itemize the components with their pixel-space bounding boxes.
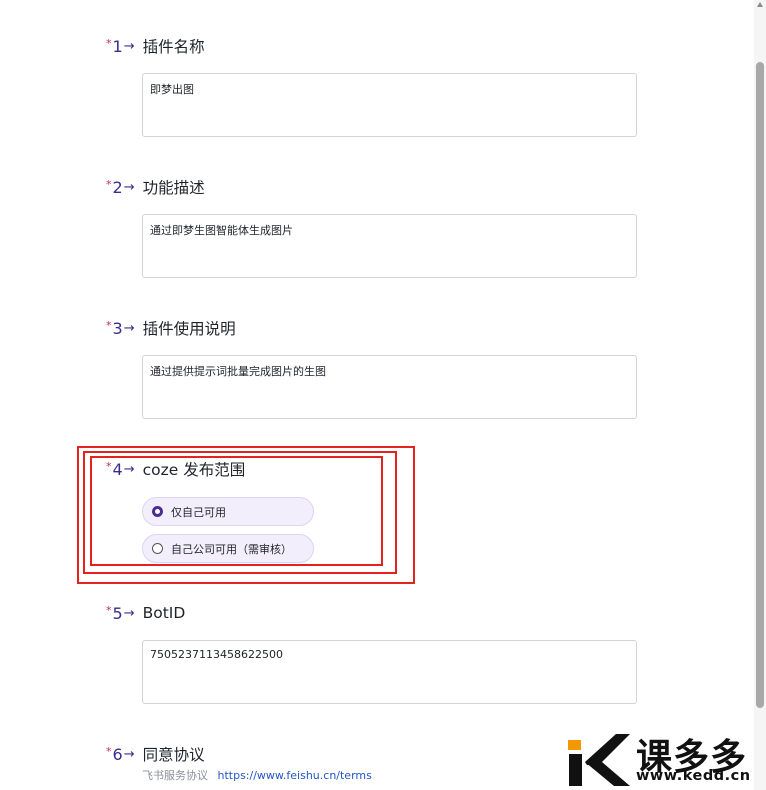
arrow-icon: →: [123, 746, 135, 762]
question-title: 插件名称: [142, 38, 205, 56]
scrollbar[interactable]: [754, 0, 766, 790]
botid-input[interactable]: 7505237113458622500: [142, 640, 637, 704]
question-title: coze 发布范围: [142, 461, 246, 479]
question-number: 5: [112, 603, 123, 623]
question-title: 同意协议: [142, 746, 205, 764]
radio-label: 仅自己可用: [171, 505, 226, 519]
radio-selected-icon: [152, 506, 163, 517]
question-number: 1: [112, 36, 123, 56]
radio-label: 自己公司可用（需审核）: [171, 542, 292, 556]
arrow-icon: →: [123, 461, 135, 477]
usage-input[interactable]: 通过提供提示词批量完成图片的生图: [142, 355, 637, 419]
arrow-icon: →: [123, 179, 135, 195]
terms-link[interactable]: https://www.feishu.cn/terms: [218, 769, 372, 782]
question-number: 6: [112, 744, 123, 764]
question-number: 3: [112, 318, 123, 338]
required-mark: *: [106, 459, 112, 473]
question-number: 4: [112, 459, 123, 479]
radio-option-company[interactable]: 自己公司可用（需审核）: [142, 534, 314, 563]
radio-option-self-only[interactable]: 仅自己可用: [142, 497, 314, 526]
plugin-name-input[interactable]: 即梦出图: [142, 73, 637, 137]
watermark-url: www.kedd.cn: [636, 768, 751, 784]
question-header: * 1 → 插件名称: [106, 34, 205, 58]
k-logo-icon: [568, 734, 630, 786]
terms-row: 飞书服务协议 https://www.feishu.cn/terms: [142, 767, 372, 783]
question-title: 功能描述: [142, 179, 205, 197]
arrow-icon: →: [123, 320, 135, 336]
question-header: * 5 → BotID: [106, 601, 185, 625]
scroll-up-arrow-icon[interactable]: [757, 2, 763, 7]
arrow-icon: →: [123, 605, 135, 621]
question-header: * 4 → coze 发布范围: [106, 457, 245, 481]
description-input[interactable]: 通过即梦生图智能体生成图片: [142, 214, 637, 278]
required-mark: *: [106, 744, 112, 758]
required-mark: *: [106, 36, 112, 50]
terms-label: 飞书服务协议: [142, 769, 208, 782]
required-mark: *: [106, 177, 112, 191]
arrow-icon: →: [123, 38, 135, 54]
watermark-logo: 课多多 www.kedd.cn: [566, 732, 762, 788]
question-header: * 6 → 同意协议: [106, 742, 205, 766]
question-number: 2: [112, 177, 123, 197]
radio-unselected-icon: [152, 543, 163, 554]
required-mark: *: [106, 603, 112, 617]
question-header: * 2 → 功能描述: [106, 175, 205, 199]
question-title: 插件使用说明: [142, 320, 236, 338]
question-title: BotID: [142, 604, 186, 622]
scrollbar-thumb[interactable]: [756, 62, 764, 708]
question-header: * 3 → 插件使用说明: [106, 316, 236, 340]
required-mark: *: [106, 318, 112, 332]
